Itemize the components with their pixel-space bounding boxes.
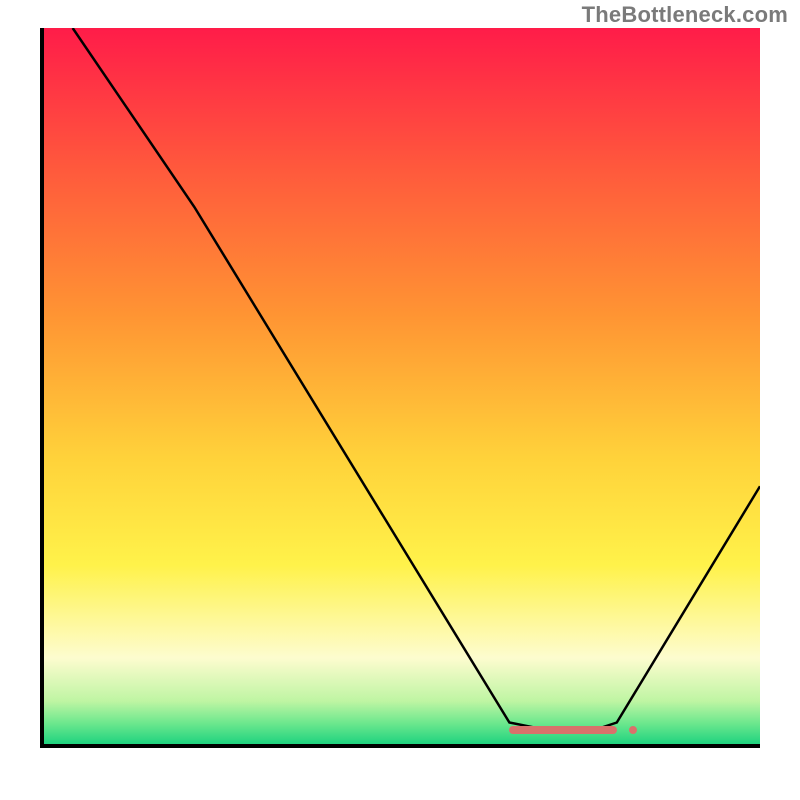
bottleneck-curve: [44, 28, 760, 744]
optimum-marker: [509, 726, 616, 734]
watermark-text: TheBottleneck.com: [582, 2, 788, 28]
plot-area: [40, 28, 760, 748]
optimum-marker-dot: [629, 726, 637, 734]
